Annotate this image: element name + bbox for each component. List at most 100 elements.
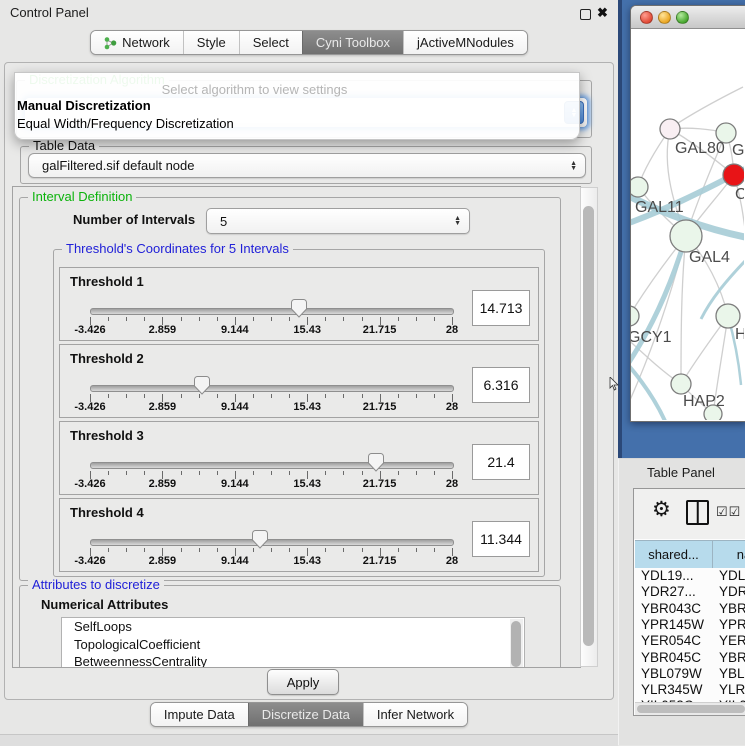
numerical-attributes-label: Numerical Attributes [41, 597, 168, 612]
network-node[interactable] [716, 304, 740, 328]
tab-impute-data[interactable]: Impute Data [151, 703, 248, 726]
node-label: HAP2 [683, 393, 725, 410]
slider-scale-labels: -3.4262.8599.14415.4321.71528 [90, 324, 452, 336]
node-label: GAL11 [635, 199, 684, 216]
select-columns-checkbox-icons[interactable]: ☑☑ [716, 504, 741, 520]
table-panel-title: Table Panel [647, 465, 715, 480]
threshold-title: Threshold 1 [70, 274, 144, 289]
network-window[interactable]: GAL80GCGAL11GAL4GCY1HHAP2 [630, 5, 745, 422]
apply-button[interactable]: Apply [267, 669, 339, 695]
node-table: ⚙ ☑☑ shared... name YDL19...YDL19...YDR2… [633, 488, 745, 716]
popup-option-manual[interactable]: Manual Discretization [15, 97, 579, 115]
slider-track[interactable] [90, 462, 454, 469]
num-intervals-combo[interactable]: 5 ▲▼ [206, 208, 470, 234]
node-label: G [732, 142, 744, 159]
threshold-value-field[interactable]: 14.713 [472, 290, 530, 326]
network-node[interactable] [660, 119, 680, 139]
table-body: YDL19...YDL19...YDR27...YDR27...YBR043CY… [635, 568, 745, 702]
threshold-value-field[interactable]: 21.4 [472, 444, 530, 480]
threshold-title: Threshold 4 [70, 505, 144, 520]
node-label: GCY1 [631, 329, 672, 346]
list-item[interactable]: TopologicalCoefficient [62, 636, 524, 654]
network-node[interactable] [723, 164, 744, 186]
network-window-titlebar[interactable] [631, 6, 745, 29]
table-toolbar: ⚙ ☑☑ [634, 489, 745, 539]
close-icon[interactable]: ✖ [597, 5, 608, 21]
column-header-name[interactable]: name [713, 541, 745, 568]
control-panel: Control Panel ✖ Network Style Select Cyn… [0, 0, 618, 745]
interval-definition-title: Interval Definition [28, 189, 136, 204]
threshold-value-field[interactable]: 11.344 [472, 521, 530, 557]
slider-track[interactable] [90, 385, 454, 392]
algorithm-popup: Select algorithm to view settings Manual… [14, 72, 580, 140]
vertical-scrollbar[interactable] [580, 187, 598, 667]
table-header-row: shared... name [635, 540, 745, 569]
float-window-icon[interactable] [580, 9, 591, 20]
network-edge[interactable] [681, 236, 686, 384]
slider-thumb[interactable] [368, 453, 384, 472]
top-tab-bar: Network Style Select Cyni Toolbox jActiv… [0, 30, 618, 55]
tab-infer-network[interactable]: Infer Network [363, 703, 467, 726]
tab-discretize-data[interactable]: Discretize Data [248, 703, 363, 726]
horizontal-scrollbar[interactable] [635, 702, 745, 715]
slider-thumb[interactable] [291, 299, 307, 318]
scrollbar-thumb[interactable] [511, 621, 521, 667]
table-row[interactable]: YBL079WYBL079W [635, 666, 745, 682]
table-row[interactable]: YBR043CYBR043C [635, 601, 745, 617]
column-header-shared-name[interactable]: shared... [635, 541, 713, 568]
tab-jactivemnodules[interactable]: jActiveMNodules [403, 31, 527, 54]
network-node[interactable] [631, 306, 639, 326]
minimize-traffic-light-icon[interactable] [658, 11, 671, 24]
thresholds-group-title: Threshold's Coordinates for 5 Intervals [62, 241, 293, 256]
table-data-group-title: Table Data [29, 138, 99, 153]
close-traffic-light-icon[interactable] [640, 11, 653, 24]
table-row[interactable]: YDL19...YDL19... [635, 568, 745, 584]
slider-scale-labels: -3.4262.8599.14415.4321.71528 [90, 401, 452, 413]
attributes-list[interactable]: SelfLoopsTopologicalCoefficientBetweenne… [61, 617, 525, 668]
zoom-traffic-light-icon[interactable] [676, 11, 689, 24]
chevron-updown-icon: ▲▼ [454, 216, 469, 226]
control-panel-title: Control Panel [10, 5, 89, 20]
scrollbar-thumb[interactable] [583, 206, 594, 646]
list-scrollbar[interactable] [510, 619, 523, 668]
slider-track[interactable] [90, 308, 454, 315]
column-layout-icon[interactable] [686, 500, 709, 525]
slider-thumb[interactable] [194, 376, 210, 395]
list-item[interactable]: SelfLoops [62, 618, 524, 636]
mouse-cursor [609, 377, 619, 391]
threshold-title: Threshold 2 [70, 351, 144, 366]
network-canvas[interactable]: GAL80GCGAL11GAL4GCY1HHAP2 [631, 29, 744, 420]
tab-style[interactable]: Style [183, 31, 239, 54]
tab-select[interactable]: Select [239, 31, 302, 54]
threshold-panel: Threshold 2 -3.4262.8599.14415.4321.7152… [59, 344, 539, 418]
network-node[interactable] [631, 177, 648, 197]
list-item[interactable]: BetweennessCentrality [62, 653, 524, 668]
threshold-value-field[interactable]: 6.316 [472, 367, 530, 403]
node-label: H [735, 326, 744, 343]
chevron-updown-icon: ▲▼ [570, 161, 585, 171]
slider-scale-labels: -3.4262.8599.14415.4321.71528 [90, 555, 452, 567]
table-data-combo[interactable]: galFiltered.sif default node ▲▼ [28, 153, 586, 178]
table-row[interactable]: YBR045CYBR045C [635, 650, 745, 666]
network-icon [104, 36, 117, 50]
slider-track[interactable] [90, 539, 454, 546]
table-row[interactable]: YLR345WYLR345W [635, 682, 745, 698]
tab-network[interactable]: Network [91, 31, 183, 54]
table-row[interactable]: YDR27...YDR27... [635, 584, 745, 600]
tab-cyni-toolbox[interactable]: Cyni Toolbox [302, 31, 403, 54]
num-intervals-label: Number of Intervals [73, 212, 195, 227]
network-node[interactable] [671, 374, 691, 394]
settings-gear-icon[interactable]: ⚙ [652, 499, 671, 520]
node-label: GAL80 [675, 140, 725, 157]
threshold-panel: Threshold 3 -3.4262.8599.14415.4321.7152… [59, 421, 539, 495]
threshold-panel: Threshold 4 -3.4262.8599.14415.4321.7152… [59, 498, 539, 572]
table-row[interactable]: YPR145WYPR145W [635, 617, 745, 633]
scrollbar-thumb[interactable] [637, 705, 745, 713]
network-edge[interactable] [631, 236, 686, 371]
network-edge[interactable] [672, 87, 743, 127]
bottom-tab-bar: Impute Data Discretize Data Infer Networ… [0, 702, 618, 727]
table-row[interactable]: YER054CYER054C [635, 633, 745, 649]
network-node[interactable] [670, 220, 702, 252]
slider-thumb[interactable] [252, 530, 268, 549]
popup-option-equal-width[interactable]: Equal Width/Frequency Discretization [15, 115, 579, 133]
